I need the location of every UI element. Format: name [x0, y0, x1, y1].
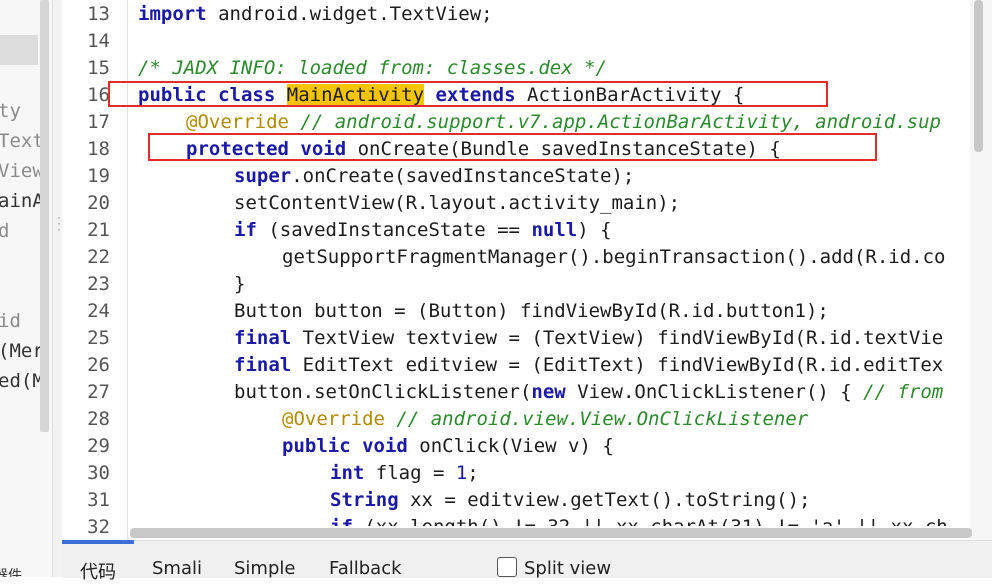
tab-smali[interactable]: Smali	[152, 558, 202, 579]
code-line-22[interactable]: getSupportFragmentManager().beginTransac…	[282, 246, 945, 268]
tree-item[interactable]: ed(M	[0, 370, 44, 392]
number-literal: 1	[455, 462, 468, 484]
code-text: ) {	[577, 219, 612, 241]
line-number: 26	[87, 354, 110, 376]
tree-bottom-label: 器件	[0, 568, 22, 577]
annotation: @Override	[282, 408, 385, 430]
code-text: View.OnClickListener() {	[565, 381, 864, 403]
line-number: 27	[87, 381, 110, 403]
tree-item[interactable]: (Mer	[0, 340, 44, 362]
line-number: 31	[87, 489, 110, 511]
annotation-box-class-declaration	[108, 81, 828, 107]
line-number: 16	[87, 84, 110, 106]
project-tree-panel: ty Text View ainA d id (Mer ed(M 器件	[0, 0, 52, 577]
keyword: final	[234, 327, 292, 349]
code-line-23[interactable]: }	[234, 273, 245, 295]
code-line-17[interactable]: @Override // android.support.v7.app.Acti…	[186, 111, 941, 133]
line-number: 18	[87, 138, 110, 160]
keyword: if	[234, 219, 257, 241]
line-number: 14	[87, 30, 110, 52]
keyword: final	[234, 354, 292, 376]
line-number: 30	[87, 462, 110, 484]
code-text: EditText editview = (EditText) findViewB…	[291, 354, 944, 376]
line-number: 25	[87, 327, 110, 349]
tree-item[interactable]: d	[0, 220, 9, 242]
active-tab-indicator	[62, 540, 134, 544]
keyword: super	[234, 165, 292, 187]
comment: // from	[863, 381, 944, 403]
code-text: onClick(View v) {	[407, 435, 614, 457]
annotation: @Override	[186, 111, 289, 133]
line-number: 17	[87, 111, 110, 133]
code-line-27[interactable]: button.setOnClickListener(new View.OnCli…	[234, 381, 943, 403]
code-line-20[interactable]: setContentView(R.layout.activity_main);	[234, 192, 680, 214]
keyword: public	[282, 435, 351, 457]
view-tab-bar: 代码 Smali Simple Fallback Split view	[62, 540, 992, 583]
line-number: 24	[87, 300, 110, 322]
tree-item[interactable]: id	[0, 310, 21, 332]
code-text: button.setOnClickListener(	[234, 381, 532, 403]
code-line-19[interactable]: super.onCreate(savedInstanceState);	[234, 165, 634, 187]
tab-simple[interactable]: Simple	[234, 558, 295, 579]
tree-selected-row[interactable]	[0, 35, 38, 65]
code-line-13[interactable]: import android.widget.TextView;	[138, 3, 493, 25]
code-line-26[interactable]: final EditText editview = (EditText) fin…	[234, 354, 943, 376]
code-editor[interactable]: import android.widget.TextView; /* JADX …	[128, 0, 980, 526]
annotation-box-oncreate	[148, 133, 877, 161]
keyword: new	[531, 381, 566, 403]
line-number: 23	[87, 273, 110, 295]
split-view-label[interactable]: Split view	[524, 558, 611, 579]
code-text: flag =	[364, 462, 456, 484]
code-text: xx = editview.getText().toString();	[398, 489, 811, 511]
code-text: TextView textview = (TextView) findViewB…	[291, 327, 944, 349]
tree-item[interactable]: Text	[0, 130, 44, 152]
code-text: setContentView(R.layout.activity_main);	[234, 192, 681, 214]
line-number: 28	[87, 408, 110, 430]
keyword: if	[330, 516, 353, 526]
vertical-scrollbar-thumb[interactable]	[974, 0, 983, 152]
keyword: void	[362, 435, 408, 457]
code-text: Button button = (Button) findViewById(R.…	[234, 300, 829, 322]
comment: // android.view.View.OnClickListener	[384, 408, 809, 430]
keyword: String	[330, 489, 399, 511]
code-text: android.widget.TextView;	[206, 3, 493, 25]
line-number: 32	[87, 516, 110, 538]
keyword: null	[531, 219, 578, 241]
tree-item[interactable]: ainA	[0, 190, 44, 212]
comment: /* JADX INFO: loaded from: classes.dex *…	[138, 57, 607, 79]
code-text: (xx.length() != 32 || xx.charAt(31) != '…	[353, 516, 947, 526]
tree-item[interactable]: ty	[0, 100, 21, 122]
code-text: (savedInstanceState ==	[256, 219, 532, 241]
code-line-32[interactable]: if (xx.length() != 32 || xx.charAt(31) !…	[330, 516, 948, 526]
line-number: 29	[87, 435, 110, 457]
tree-item[interactable]: View	[0, 160, 44, 182]
line-number: 19	[87, 165, 110, 187]
code-line-15[interactable]: /* JADX INFO: loaded from: classes.dex *…	[138, 57, 607, 79]
code-text: .onCreate(savedInstanceState);	[291, 165, 635, 187]
tab-code[interactable]: 代码	[80, 558, 116, 584]
tree-scrollbar[interactable]	[40, 0, 49, 432]
code-line-31[interactable]: String xx = editview.getText().toString(…	[330, 489, 810, 511]
line-number: 20	[87, 192, 110, 214]
code-line-30[interactable]: int flag = 1;	[330, 462, 479, 484]
split-view-checkbox[interactable]	[497, 557, 517, 577]
horizontal-scrollbar-thumb[interactable]	[130, 528, 972, 538]
line-number: 21	[87, 219, 110, 241]
line-number: 15	[87, 57, 110, 79]
line-number: 13	[87, 3, 110, 25]
code-text: ;	[467, 462, 479, 484]
keyword: int	[330, 462, 365, 484]
code-line-29[interactable]: public void onClick(View v) {	[282, 435, 614, 457]
comment: // android.support.v7.app.ActionBarActiv…	[288, 111, 941, 133]
code-line-21[interactable]: if (savedInstanceState == null) {	[234, 219, 612, 241]
line-number: 22	[87, 246, 110, 268]
code-line-28[interactable]: @Override // android.view.View.OnClickLi…	[282, 408, 808, 430]
code-line-25[interactable]: final TextView textview = (TextView) fin…	[234, 327, 943, 349]
code-text: getSupportFragmentManager().beginTransac…	[282, 246, 946, 268]
keyword: import	[138, 3, 207, 25]
code-text: }	[234, 273, 246, 295]
tab-fallback[interactable]: Fallback	[329, 558, 402, 579]
code-line-24[interactable]: Button button = (Button) findViewById(R.…	[234, 300, 829, 322]
